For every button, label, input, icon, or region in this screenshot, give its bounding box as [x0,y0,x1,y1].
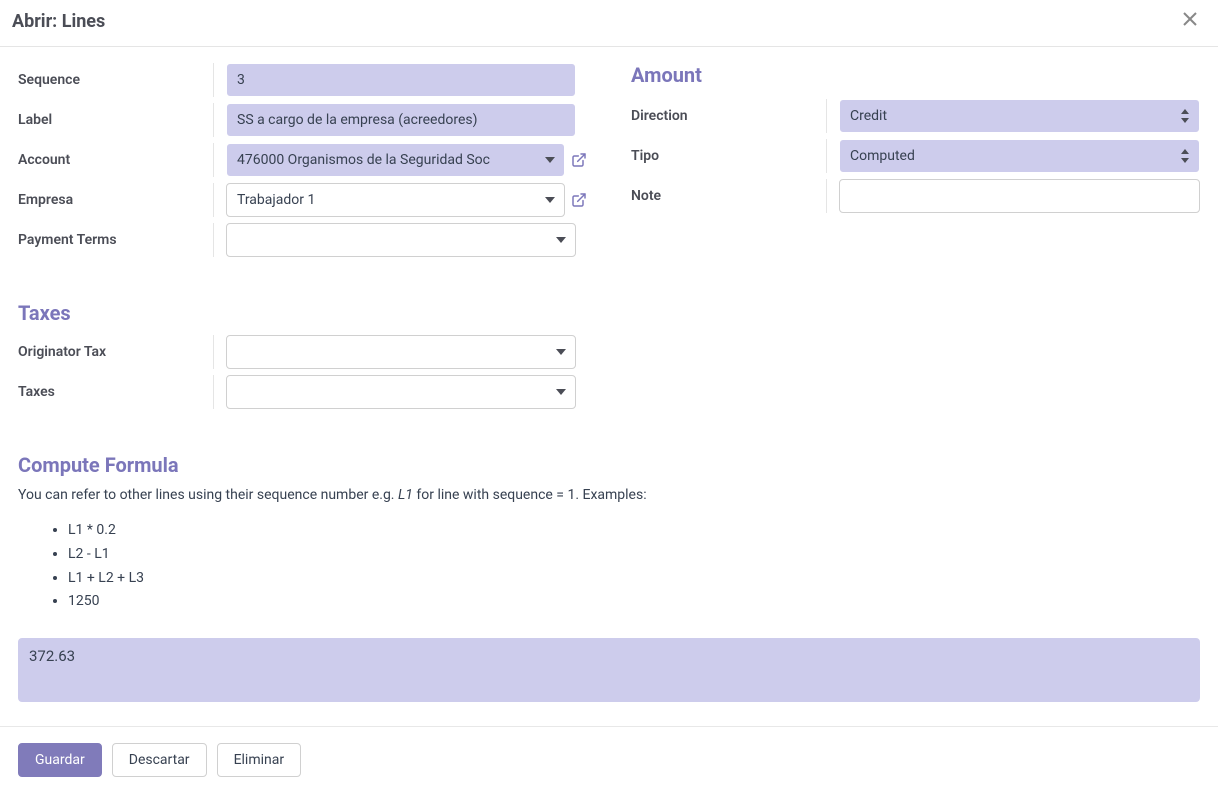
compute-examples-list: L1 * 0.2 L2 - L1 L1 + L2 + L3 1250 [68,519,1200,614]
account-label: Account [18,143,214,177]
label-label: Label [18,103,214,137]
empresa-label: Empresa [18,183,214,217]
field-direction: Direction [631,99,1200,133]
right-column: Amount Direction [631,63,1200,263]
sequence-label: Sequence [18,63,214,97]
payment-terms-label: Payment Terms [18,223,214,257]
compute-formula-section: Compute Formula You can refer to other l… [18,453,1200,706]
field-empresa: Empresa [18,183,587,217]
payment-terms-select[interactable] [226,223,576,257]
taxes-select[interactable] [226,375,576,409]
compute-section-title: Compute Formula [18,453,1200,477]
delete-button[interactable]: Eliminar [217,743,302,777]
field-tipo: Tipo [631,139,1200,173]
list-item: L1 * 0.2 [68,519,1200,543]
field-label: Label [18,103,587,137]
amount-section-title: Amount [631,63,1200,87]
note-label: Note [631,179,827,213]
taxes-section-title: Taxes [18,301,1200,325]
tipo-label: Tipo [631,139,827,173]
list-item: L2 - L1 [68,543,1200,567]
left-column: Sequence Label Account [18,63,587,263]
taxes-label: Taxes [18,375,214,409]
formula-input[interactable] [18,638,1200,702]
dialog-body: Sequence Label Account [0,47,1218,726]
list-item: L1 + L2 + L3 [68,567,1200,591]
dialog-title: Abrir: Lines [12,11,105,32]
field-originator-tax: Originator Tax [18,335,587,369]
external-link-icon[interactable] [571,152,587,168]
sequence-input[interactable] [226,63,576,97]
external-link-icon[interactable] [571,192,587,208]
dialog-open-lines: Abrir: Lines Sequence Label [0,0,1218,793]
list-item: 1250 [68,590,1200,614]
originator-tax-label: Originator Tax [18,335,214,369]
compute-description: You can refer to other lines using their… [18,487,1200,503]
field-sequence: Sequence [18,63,587,97]
tipo-select[interactable] [839,139,1200,173]
direction-label: Direction [631,99,827,133]
field-taxes: Taxes [18,375,587,409]
dialog-footer: Guardar Descartar Eliminar [0,726,1218,793]
main-columns: Sequence Label Account [18,63,1200,263]
account-select[interactable] [226,143,565,177]
save-button[interactable]: Guardar [18,743,102,777]
discard-button[interactable]: Descartar [112,743,207,777]
direction-select[interactable] [839,99,1200,133]
field-payment-terms: Payment Terms [18,223,587,257]
close-icon[interactable] [1178,10,1202,32]
note-input[interactable] [839,179,1200,213]
empresa-select[interactable] [226,183,565,217]
dialog-header: Abrir: Lines [0,0,1218,47]
field-account: Account [18,143,587,177]
taxes-section: Taxes Originator Tax [18,301,1200,415]
field-note: Note [631,179,1200,213]
originator-tax-select[interactable] [226,335,576,369]
label-input[interactable] [226,103,576,137]
